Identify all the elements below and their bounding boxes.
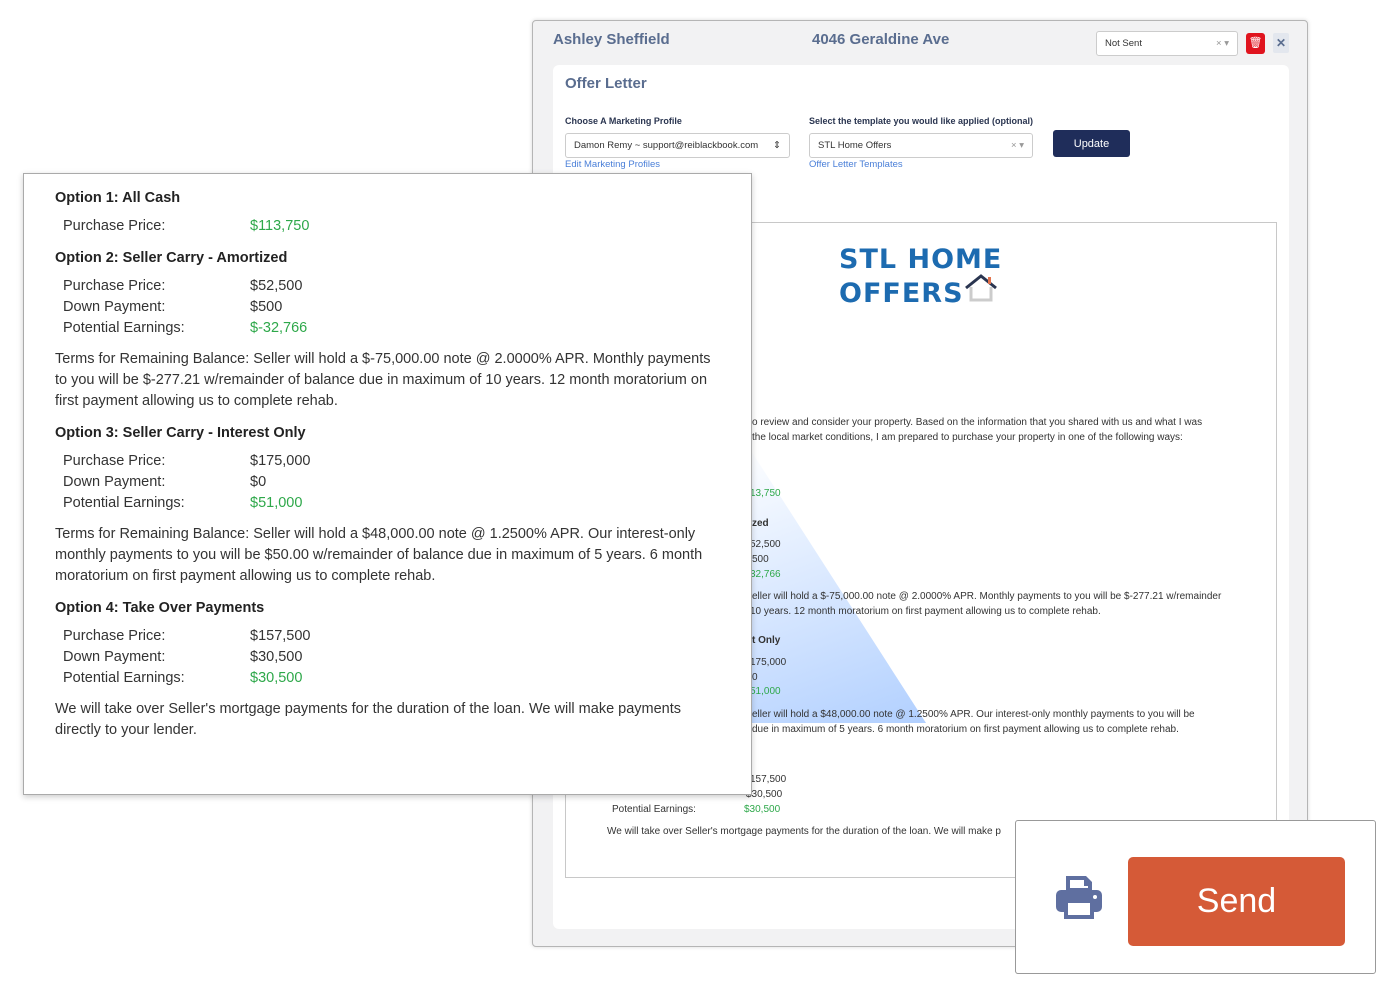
row-value: $30,500 [250,670,303,686]
template-select[interactable]: STL Home Offers × ▾ [809,133,1033,158]
option-section: Option 2: Seller Carry - Amortized Purcha… [55,250,720,412]
profile-label: Choose A Marketing Profile [565,116,682,126]
letter-line: 10 years. 12 month moratorium on first p… [750,606,1101,617]
option-row: Potential Earnings: $51,000 [63,493,720,514]
row-value: $113,750 [250,218,310,234]
letter-line: the local market conditions, I am prepar… [752,432,1183,443]
letter-line: Potential Earnings: [612,804,696,815]
profile-value: Damon Remy ~ support@reiblackbook.com [574,140,759,151]
status-select[interactable]: Not Sent × ▾ [1096,31,1238,56]
template-label: Select the template you would like appli… [809,116,1034,126]
row-value: $51,000 [250,495,303,511]
trash-icon: 🗑 [1248,37,1263,49]
clear-chevron-icon: × ▾ [1216,38,1229,49]
row-value: $157,500 [250,628,311,644]
row-label: Purchase Price: [63,218,166,234]
letter-line: 13,750 [750,488,781,499]
option-section: Option 3: Seller Carry - Interest Only Pu… [55,425,720,587]
option-terms: Terms for Remaining Balance: Seller will… [55,351,711,409]
clear-chevron-icon: × ▾ [1011,140,1024,151]
option-title: Option 4: Take Over Payments [55,600,265,616]
option-row: Down Payment: $30,500 [63,647,720,668]
option-terms: Terms for Remaining Balance: Seller will… [55,526,703,584]
templates-link[interactable]: Offer Letter Templates [809,159,903,170]
letter-line: 32,766 [750,569,781,580]
letter-line: t Only [752,635,781,646]
option-row: Potential Earnings: $30,500 [63,668,720,689]
action-card: Send [1015,820,1376,974]
row-label: Down Payment: [63,474,166,490]
row-label: Potential Earnings: [63,320,185,336]
profile-select[interactable]: Damon Remy ~ support@reiblackbook.com ⇕ [565,133,790,158]
option-row: Down Payment: $0 [63,472,720,493]
close-button[interactable]: ✕ [1273,33,1289,53]
row-value: $30,500 [250,649,303,665]
letter-line: zed [752,518,769,529]
letter-line: We will take over Seller's mortgage paym… [607,826,1001,837]
send-button[interactable]: Send [1128,857,1345,946]
letter-line: eller will hold a $-75,000.00 note @ 2.0… [752,591,1222,602]
row-value: $52,500 [250,278,303,294]
letter-line: 500 [752,554,769,565]
house-icon [964,274,997,302]
edit-profiles-link[interactable]: Edit Marketing Profiles [565,159,660,170]
sort-icon: ⇕ [773,140,781,151]
row-value: $-32,766 [250,320,308,336]
row-label: Purchase Price: [63,453,166,469]
option-title: Option 1: All Cash [55,190,181,206]
letter-line: $30,500 [744,804,781,815]
letter-line: due in maximum of 5 years. 6 month morat… [752,724,1179,735]
option-row: Down Payment: $500 [63,297,720,318]
row-label: Down Payment: [63,299,166,315]
option-row: Potential Earnings: $-32,766 [63,318,720,339]
letter-line: 157,500 [750,774,787,785]
row-value: $175,000 [250,453,311,469]
template-value: STL Home Offers [818,140,892,151]
letter-line: eller will hold a $48,000.00 note @ 1.25… [752,709,1195,720]
contact-name: Ashley Sheffield [553,31,670,48]
option-title: Option 3: Seller Carry - Interest Only [55,425,306,441]
logo-line2: OFFERS [839,278,964,309]
option-row: Purchase Price: $113,750 [63,216,720,237]
status-value: Not Sent [1105,38,1142,49]
option-row: Purchase Price: $157,500 [63,626,720,647]
option-section: Option 1: All Cash Purchase Price: $113,75… [55,190,720,237]
option-row: Purchase Price: $175,000 [63,451,720,472]
delete-button[interactable]: 🗑 [1246,33,1265,54]
update-button[interactable]: Update [1053,130,1130,157]
logo-line1: STL HOME [839,244,1003,275]
option-terms: We will take over Seller's mortgage paym… [55,701,682,738]
row-label: Potential Earnings: [63,670,185,686]
option-section: Option 4: Take Over Payments Purchase Pri… [55,600,720,741]
close-icon: ✕ [1275,36,1287,50]
decorative-gradient [746,443,926,723]
row-value: $500 [250,299,283,315]
panel-title: Offer Letter [565,75,647,92]
printer-icon[interactable] [1054,873,1104,923]
option-row: Purchase Price: $52,500 [63,276,720,297]
property-address: 4046 Geraldine Ave [812,31,950,48]
row-label: Down Payment: [63,649,166,665]
letter-line: 175,000 [750,657,787,668]
letter-line: 51,000 [750,686,781,697]
row-label: Purchase Price: [63,278,166,294]
row-label: Purchase Price: [63,628,166,644]
row-value: $0 [250,474,267,490]
letter-line: 52,500 [750,539,781,550]
option-title: Option 2: Seller Carry - Amortized [55,250,288,266]
row-label: Potential Earnings: [63,495,185,511]
stl-logo: STL HOME OFFERS [839,245,1002,308]
letter-line: o review and consider your property. Bas… [752,417,1203,428]
offer-options-card: Option 1: All Cash Purchase Price: $113,75… [23,173,752,795]
letter-line: 0 [752,672,758,683]
